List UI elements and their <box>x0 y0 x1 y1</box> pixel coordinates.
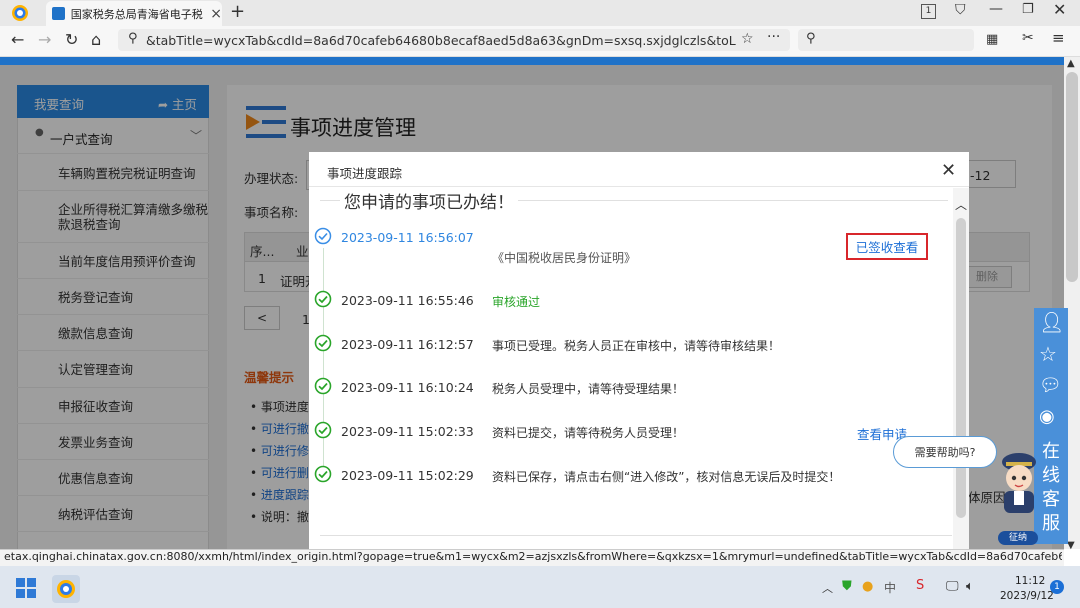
apps-grid-icon[interactable]: ▦ <box>986 32 998 47</box>
pending-check-icon <box>314 227 332 248</box>
clock-time[interactable]: 11:12 <box>1015 575 1045 587</box>
more-dots-icon[interactable]: ··· <box>767 29 780 45</box>
clock-date[interactable]: 2023/9/12 <box>1000 590 1054 602</box>
browser-tab[interactable]: 国家税务总局青海省电子税 × <box>46 1 222 26</box>
chevron-up-icon[interactable]: ︿ <box>822 580 833 596</box>
modal-scroll-thumb[interactable] <box>956 218 966 518</box>
menu-icon[interactable]: ≡ <box>1052 29 1065 47</box>
shield-icon[interactable]: ⛊ <box>842 579 852 594</box>
modal-heading: 您申请的事项已办结！ <box>340 188 518 213</box>
shirt-icon[interactable]: ⛉ <box>955 2 966 18</box>
close-icon[interactable]: × <box>210 6 222 22</box>
scissors-icon[interactable]: ✂ <box>1022 30 1034 46</box>
done-check-icon <box>314 465 332 486</box>
ime-icon[interactable]: 中 <box>884 579 896 596</box>
scroll-up-icon[interactable]: ▲ <box>1067 58 1075 69</box>
event-desc: 审核通过 <box>492 295 541 309</box>
help-bubble[interactable]: 需要帮助吗? <box>893 436 997 468</box>
event-desc: 事项已受理。税务人员正在审核中，请等待审核结果！ <box>492 339 781 353</box>
scroll-up-icon[interactable]: ︿ <box>955 196 967 213</box>
star-icon[interactable]: ☆ <box>1039 342 1057 366</box>
signed-view-label: 已签收查看 <box>855 240 919 255</box>
modal-footer-divider <box>320 535 952 536</box>
tab-title: 国家税务总局青海省电子税 <box>70 7 203 21</box>
page-scroll-thumb[interactable] <box>1066 72 1078 282</box>
event-time: 2023-09-11 16:10:24 <box>341 380 474 395</box>
search-icon: ⚲ <box>128 31 138 46</box>
event-desc: 《中国税收居民身份证明》 <box>492 251 637 265</box>
window-close-icon[interactable]: ✕ <box>1053 0 1066 19</box>
app-s-icon[interactable]: S <box>916 578 924 593</box>
monitor-icon[interactable]: 🖵︎ <box>946 579 959 594</box>
done-check-icon <box>314 290 332 311</box>
modal-divider <box>309 186 969 187</box>
user-icon[interactable]: 👤︎ <box>1039 310 1064 334</box>
event-time: 2023-09-11 15:02:33 <box>341 424 474 439</box>
security-app-icon[interactable]: ● <box>862 579 873 594</box>
tab-count-icon[interactable]: 1 <box>921 4 936 19</box>
tax-site-favicon-icon <box>52 7 65 20</box>
status-url: etax.qinghai.chinatax.gov.cn:8080/xxmh/h… <box>4 550 1062 563</box>
event-desc: 税务人员受理中，请等待受理结果！ <box>492 382 685 396</box>
event-time: 2023-09-11 16:12:57 <box>341 337 474 352</box>
browser-logo-icon[interactable] <box>11 4 29 25</box>
event-desc: 资料已保存，请点击右侧“进入修改”，核对信息无误后及时提交！ <box>492 470 841 484</box>
event-time: 2023-09-11 15:02:29 <box>341 468 474 483</box>
assistant-avatar[interactable] <box>996 448 1042 523</box>
close-icon[interactable]: ✕ <box>941 160 956 181</box>
speaker-icon[interactable]: 🔈︎ <box>966 579 974 594</box>
modal-title: 事项进度跟踪 <box>327 166 403 181</box>
restore-icon[interactable]: ❐ <box>1022 2 1034 17</box>
new-tab-plus-icon[interactable]: + <box>230 1 245 22</box>
search-icon: ⚲ <box>806 31 816 46</box>
timeline-line <box>323 248 324 480</box>
event-time: 2023-09-11 16:55:46 <box>341 293 474 308</box>
scroll-down-icon[interactable]: ▼ <box>1067 540 1075 551</box>
browser-taskbar-icon[interactable] <box>52 575 80 603</box>
signed-view-link[interactable]: 已签收查看 <box>846 233 928 260</box>
done-check-icon <box>314 421 332 442</box>
notification-badge[interactable]: 1 <box>1050 580 1064 594</box>
forward-arrow-icon[interactable]: → <box>38 30 51 49</box>
done-check-icon <box>314 377 332 398</box>
badge-label: 征纳 <box>1008 533 1027 543</box>
address-bar-url[interactable]: &tabTitle=wycxTab&cdId=8a6d70cafeb64680b… <box>146 33 736 48</box>
windows-start-icon[interactable] <box>16 578 36 601</box>
home-icon[interactable]: ⌂ <box>91 30 101 49</box>
event-desc: 资料已提交，请等待税务人员受理！ <box>492 426 685 440</box>
reload-icon[interactable]: ↻ <box>65 30 78 49</box>
zhengna-badge: 征纳 <box>998 531 1038 545</box>
weibo-icon[interactable]: ◉ <box>1039 406 1055 427</box>
chat-icon[interactable]: 💬︎ <box>1039 375 1062 396</box>
browser-search-box[interactable] <box>798 29 974 51</box>
done-check-icon <box>314 334 332 355</box>
bookmark-star-icon[interactable]: ☆ <box>741 31 754 47</box>
site-header-strip <box>0 57 1064 65</box>
back-arrow-icon[interactable]: ← <box>11 30 24 49</box>
event-time: 2023-09-11 16:56:07 <box>341 230 474 245</box>
minimize-icon[interactable]: — <box>989 1 1003 17</box>
